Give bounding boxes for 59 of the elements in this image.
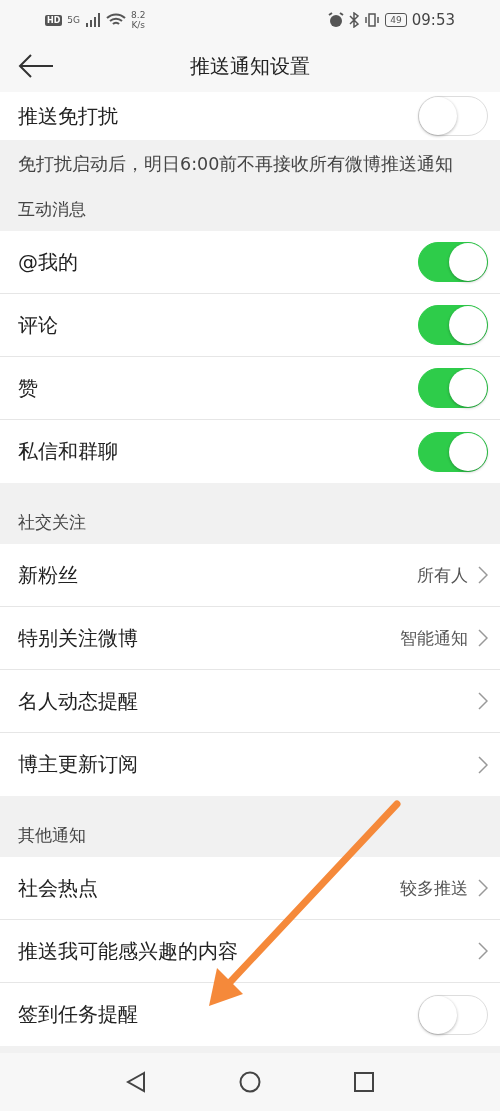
- row-value: 较多推送: [400, 876, 468, 900]
- toggle-switch[interactable]: [418, 96, 488, 136]
- chevron-right-icon: [478, 629, 488, 647]
- row-label: 推送免打扰: [18, 102, 119, 130]
- toggle-switch[interactable]: [418, 305, 488, 345]
- row-label: 新粉丝: [18, 561, 79, 589]
- toggle-switch[interactable]: [418, 242, 488, 282]
- settings-row[interactable]: 签到任务提醒: [0, 983, 500, 1046]
- row-value: 智能通知: [400, 626, 468, 650]
- hd-badge: HD: [45, 14, 63, 26]
- section-title: 互动消息: [17, 198, 87, 221]
- row-label: 博主更新订阅: [18, 751, 139, 778]
- section-title: 其他通知: [17, 824, 87, 847]
- toggle-switch[interactable]: [418, 994, 488, 1035]
- row-label: 签到任务提醒: [18, 1001, 139, 1028]
- row-label: @我的: [18, 248, 79, 276]
- row-label: 社会热点: [18, 874, 99, 902]
- chevron-right-icon: [478, 755, 488, 774]
- row-label: 赞: [18, 374, 39, 402]
- toggle-switch[interactable]: [418, 431, 488, 472]
- vibrate-icon: [364, 12, 381, 28]
- circle-icon: [239, 1071, 261, 1093]
- row-label: 推送我可能感兴趣的内容: [18, 937, 239, 965]
- clock-time: 09:53: [411, 11, 455, 29]
- speed-unit: K/s: [131, 20, 145, 30]
- chevron-right-icon: [478, 942, 488, 960]
- settings-row[interactable]: @我的: [0, 231, 500, 294]
- settings-row[interactable]: 新粉丝 所有人: [0, 544, 500, 607]
- speed-value: 8.2: [131, 10, 146, 20]
- settings-row[interactable]: 赞: [0, 357, 500, 420]
- settings-row[interactable]: 名人动态提醒: [0, 670, 500, 733]
- settings-row[interactable]: 特别关注微博 智能通知: [0, 607, 500, 670]
- toggle-switch[interactable]: [418, 368, 488, 408]
- settings-row[interactable]: 社会热点 较多推送: [0, 857, 500, 920]
- chevron-right-icon: [478, 566, 488, 584]
- section-title: 社交关注: [17, 511, 87, 534]
- settings-row[interactable]: 私信和群聊: [0, 420, 500, 483]
- note-text: 免打扰启动后，明日6:00前不再接收所有微博推送通知: [17, 153, 455, 176]
- row-label: 私信和群聊: [18, 438, 119, 465]
- triangle-icon: [126, 1071, 147, 1093]
- signal-icon: [85, 13, 102, 27]
- settings-row[interactable]: 评论: [0, 294, 500, 357]
- chevron-right-icon: [478, 879, 488, 897]
- page-title: 推送通知设置: [189, 52, 311, 80]
- settings-row[interactable]: 推送我可能感兴趣的内容: [0, 920, 500, 983]
- wifi-icon: [106, 13, 127, 27]
- bluetooth-icon: [349, 12, 360, 28]
- row-label: 特别关注微博: [18, 624, 139, 652]
- square-icon: [353, 1072, 374, 1092]
- row-label: 名人动态提醒: [18, 687, 139, 715]
- alarm-icon: [328, 12, 345, 28]
- settings-row[interactable]: 推送免打扰: [0, 92, 500, 140]
- row-value: 所有人: [417, 563, 468, 587]
- settings-row[interactable]: 博主更新订阅: [0, 733, 500, 796]
- back-arrow-icon: [18, 54, 54, 78]
- chevron-right-icon: [478, 692, 488, 710]
- row-label: 评论: [18, 311, 59, 339]
- network-label: 5G: [67, 15, 81, 25]
- battery-level: 49: [385, 13, 407, 27]
